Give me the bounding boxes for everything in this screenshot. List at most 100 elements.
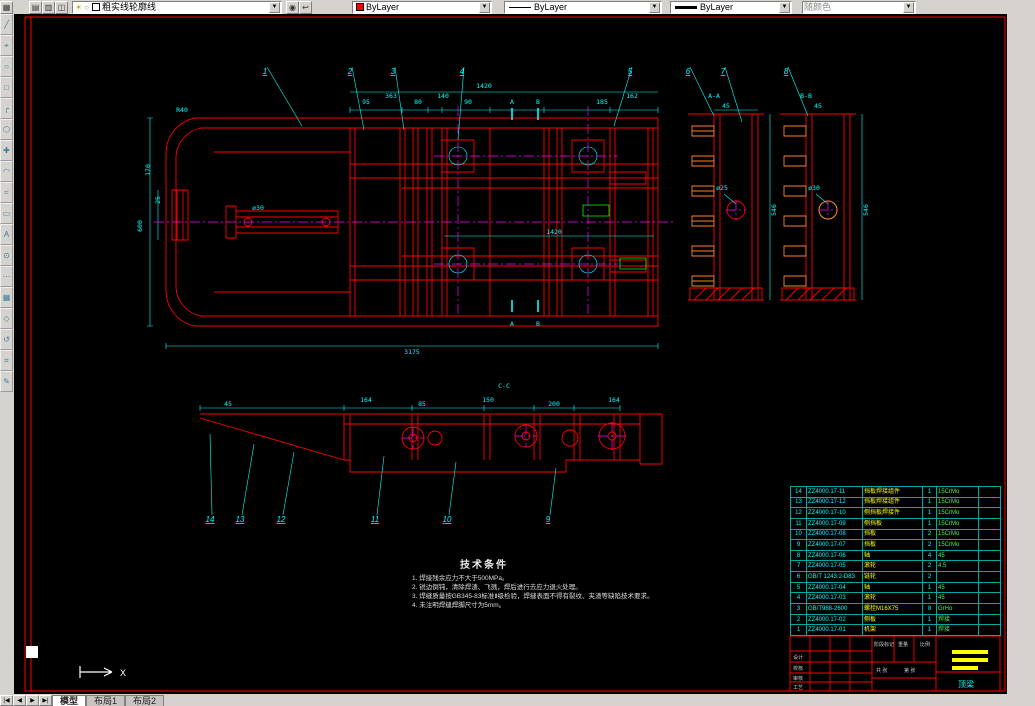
- left-toolbar-button[interactable]: ◠: [0, 161, 13, 182]
- color-combo[interactable]: ByLayer ▼: [352, 0, 492, 14]
- left-toolbar-button[interactable]: ≈: [0, 182, 13, 203]
- dimension-text: R40: [176, 106, 188, 114]
- bom-row: 1 ZZ4000.17-01 机架 1 焊接: [790, 624, 1001, 636]
- layer-lock-icon: ○: [84, 2, 90, 12]
- layout-tab-bar: |◀ ◀ ▶ ▶| 模型 布局1 布局2: [0, 694, 1035, 706]
- tb-weight-label: 重量: [898, 641, 908, 648]
- bom-cell: 2: [790, 613, 807, 626]
- left-toolbar-button[interactable]: ✎: [0, 371, 13, 392]
- ucs-x-label: X: [120, 668, 126, 678]
- plotstyle-combo-arrow-icon[interactable]: ▼: [903, 1, 914, 13]
- tb-scale-label: 比例: [920, 641, 930, 648]
- layer-states-button[interactable]: ▥: [42, 0, 55, 14]
- grid-snap-button[interactable]: ▦: [0, 0, 13, 14]
- leader-line: [266, 66, 303, 127]
- left-toolbar-button[interactable]: ⋯: [0, 266, 13, 287]
- tab-布局1[interactable]: 布局1: [86, 695, 126, 706]
- layer-previous-button[interactable]: ↩: [299, 0, 312, 14]
- dimension-text: 363: [385, 92, 397, 100]
- bom-cell: [978, 549, 1001, 562]
- dimension-text: 95: [362, 98, 370, 106]
- left-toolbar-button[interactable]: ╱: [0, 14, 13, 35]
- bom-cell: 侧挡板焊接件: [862, 507, 923, 519]
- plotstyle-combo[interactable]: 随颜色 ▼: [802, 0, 916, 14]
- dimension-text: 164: [608, 396, 620, 404]
- color-combo-value: ByLayer: [366, 1, 400, 12]
- layer-combo[interactable]: ☀ ○ 粗实线轮廓线 ▼: [72, 0, 282, 14]
- dimension-text: C-C: [498, 382, 510, 390]
- properties-toolbar: ▦ ▤ ▥ ◫ ☀ ○ 粗实线轮廓线 ▼ ◉ ↩ ByLayer ▼ ByLay…: [0, 0, 1035, 14]
- bom-row: 6 GB/T 1243.2-D83 链轮 2: [790, 571, 1001, 583]
- bom-cell: [978, 486, 1001, 498]
- bom-cell: 轴: [862, 581, 923, 594]
- layer-combo-value: 粗实线轮廓线: [102, 1, 157, 12]
- left-toolbar-button[interactable]: ◇: [0, 308, 13, 329]
- bom-cell: [978, 539, 1001, 551]
- make-layer-current-button[interactable]: ◉: [286, 0, 299, 14]
- bom-cell: 焊接: [936, 624, 979, 636]
- tab-模型[interactable]: 模型: [52, 695, 87, 706]
- part-leaders: 1 2 3 4 5 6 7 814 13 12 11 10 9: [206, 66, 809, 524]
- dimension-text: 600: [136, 220, 144, 232]
- weld-detail-boxes: [582, 204, 647, 270]
- left-toolbar-button[interactable]: ⬡: [0, 119, 13, 140]
- bom-cell: 螺栓M16X75: [862, 603, 923, 615]
- tb-drawing-name: 顶梁: [958, 680, 974, 689]
- tab-nav-button[interactable]: ▶|: [39, 695, 52, 706]
- tab-nav-button[interactable]: ▶: [26, 695, 39, 706]
- model-space-canvas[interactable]: 设计 校核 审核 工艺 阶段标记 重量 比例 共 张 第 张 顶梁 X 1234…: [14, 14, 1007, 695]
- part-number: 1: [263, 67, 267, 76]
- bom-row: 14 ZZ4000.17-11 挡板焊接组件 1 15CrMo: [790, 486, 1001, 498]
- left-toolbar-button[interactable]: ✚: [0, 140, 13, 161]
- dimension-text: ø30: [808, 184, 820, 192]
- bom-cell: 1: [922, 613, 937, 626]
- tab-nav-button[interactable]: |◀: [0, 695, 13, 706]
- left-toolbar-button[interactable]: ↺: [0, 329, 13, 350]
- lineweight-combo[interactable]: ByLayer ▼: [670, 0, 792, 14]
- left-toolbar-button[interactable]: ⊙: [0, 245, 13, 266]
- left-toolbar-button[interactable]: ○: [0, 56, 13, 77]
- bom-cell: 45: [936, 581, 979, 594]
- layer-combo-arrow-icon[interactable]: ▼: [269, 1, 280, 13]
- bom-cell: 侧挡板: [862, 517, 923, 530]
- bom-row: 7 ZZ4000.17-05 滚轮 2 4.5: [790, 560, 1001, 573]
- lineweight-combo-arrow-icon[interactable]: ▼: [779, 1, 790, 13]
- bom-cell: 8: [922, 603, 937, 615]
- bom-cell: 4.5: [936, 560, 979, 573]
- left-toolbar-button[interactable]: ╭: [0, 98, 13, 119]
- tab-布局2[interactable]: 布局2: [125, 695, 165, 706]
- left-toolbar-button[interactable]: ▦: [0, 287, 13, 308]
- tab-nav-button[interactable]: ◀: [13, 695, 26, 706]
- left-toolbar-button[interactable]: A: [0, 224, 13, 245]
- dimension-text: B-B: [800, 92, 812, 100]
- leader-line: [282, 451, 295, 516]
- bom-cell: 11: [790, 517, 807, 530]
- part-number: 14: [206, 515, 215, 524]
- bom-cell: ZZ4000.17-04: [806, 581, 863, 594]
- linetype-combo-arrow-icon[interactable]: ▼: [649, 1, 660, 13]
- color-combo-arrow-icon[interactable]: ▼: [479, 1, 490, 13]
- dimension-text: 546: [770, 204, 778, 216]
- left-toolbar-button[interactable]: ⌗: [0, 350, 13, 371]
- layer-on-icon: ☀: [75, 2, 83, 12]
- bom-row: 4 ZZ4000.17-03 滚轮 1 45: [790, 592, 1001, 605]
- linetype-combo-value: ByLayer: [534, 1, 568, 12]
- left-toolbar-button[interactable]: □: [0, 77, 13, 98]
- bom-cell: [978, 592, 1001, 605]
- bom-cell: 15CrMo: [936, 486, 979, 498]
- bom-cell: 15CrMo: [936, 517, 979, 530]
- bom-row: 11 ZZ4000.17-09 侧挡板 1 15CrMo: [790, 517, 1001, 530]
- layer-isolate-button[interactable]: ◫: [55, 0, 68, 14]
- dimension-text: 45: [224, 400, 232, 408]
- bom-cell: ZZ4000.17-08: [806, 528, 863, 541]
- left-toolbar-button[interactable]: ⌖: [0, 35, 13, 56]
- linetype-combo[interactable]: ByLayer ▼: [504, 0, 662, 14]
- bom-row: 8 ZZ4000.17-06 轴 4 45: [790, 549, 1001, 562]
- left-toolbar-button[interactable]: ▭: [0, 203, 13, 224]
- bom-cell: 1: [922, 496, 937, 509]
- layer-properties-button[interactable]: ▤: [29, 0, 42, 14]
- leader-line: [376, 455, 385, 516]
- bom-cell: GB/T 1243.2-D83: [806, 571, 863, 583]
- dimension-text: 185: [596, 98, 608, 106]
- part-number: 5: [628, 67, 633, 76]
